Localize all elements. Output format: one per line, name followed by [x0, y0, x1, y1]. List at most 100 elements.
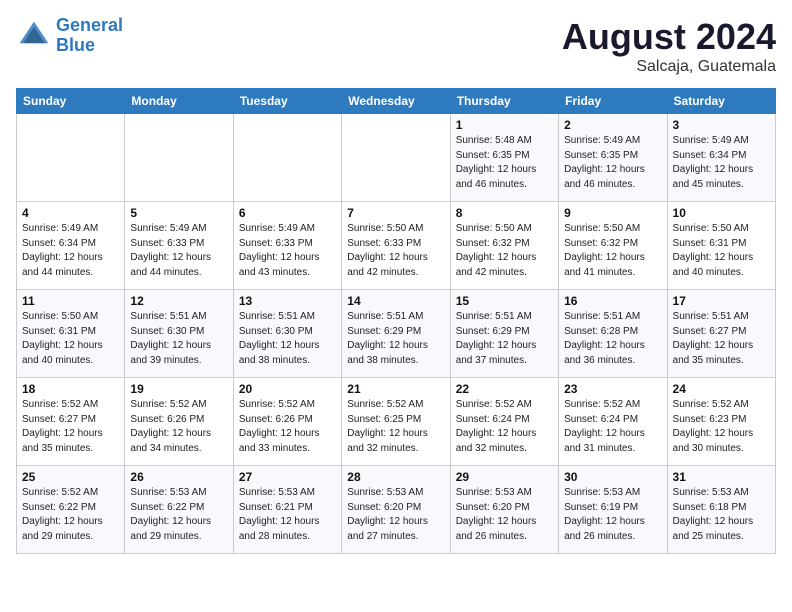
calendar-cell: 6 Sunrise: 5:49 AM Sunset: 6:33 PM Daylig… — [233, 202, 341, 290]
month-title: August 2024 — [562, 16, 776, 58]
calendar-cell: 22Sunrise: 5:52 AM Sunset: 6:24 PM Dayli… — [450, 378, 558, 466]
calendar-cell: 17 Sunrise: 5:51 AM Sunset: 6:27 PM Dayli… — [667, 290, 775, 378]
day-number: 12 — [130, 294, 227, 308]
day-number: 2 — [564, 118, 661, 132]
calendar-cell: 26 Sunrise: 5:53 AM Sunset: 6:22 PM Dayli… — [125, 466, 233, 554]
calendar-cell: 15 Sunrise: 5:51 AM Sunset: 6:29 PM Dayli… — [450, 290, 558, 378]
calendar-cell: 18 Sunrise: 5:52 AM Sunset: 6:27 PM Dayli… — [17, 378, 125, 466]
calendar-cell: 31 Sunrise: 5:53 AM Sunset: 6:18 PM Dayli… — [667, 466, 775, 554]
day-number: 8 — [456, 206, 553, 220]
day-info: Sunrise: 5:49 AM Sunset: 6:33 PM Dayligh… — [130, 222, 227, 280]
logo-text: General Blue — [56, 16, 123, 56]
calendar-cell: 1 Sunrise: 5:48 AM Sunset: 6:35 PM Daylig… — [450, 114, 558, 202]
calendar-cell: 25 Sunrise: 5:52 AM Sunset: 6:22 PM Dayli… — [17, 466, 125, 554]
day-info: Sunrise: 5:52 AM Sunset: 6:25 PM Dayligh… — [347, 398, 444, 456]
day-info: Sunrise: 5:53 AM Sunset: 6:22 PM Dayligh… — [130, 486, 227, 544]
day-number: 14 — [347, 294, 444, 308]
location-subtitle: Salcaja, Guatemala — [562, 58, 776, 76]
day-number: 7 — [347, 206, 444, 220]
day-info: Sunrise: 5:53 AM Sunset: 6:20 PM Dayligh… — [456, 486, 553, 544]
calendar-cell: 20Sunrise: 5:52 AM Sunset: 6:26 PM Dayli… — [233, 378, 341, 466]
calendar-cell: 12Sunrise: 5:51 AM Sunset: 6:30 PM Dayli… — [125, 290, 233, 378]
day-number: 11 — [22, 294, 119, 308]
day-number: 24 — [673, 382, 770, 396]
day-info: Sunrise: 5:52 AM Sunset: 6:22 PM Dayligh… — [22, 486, 119, 544]
day-info: Sunrise: 5:50 AM Sunset: 6:32 PM Dayligh… — [564, 222, 661, 280]
calendar-cell: 11Sunrise: 5:50 AM Sunset: 6:31 PM Dayli… — [17, 290, 125, 378]
day-number: 28 — [347, 470, 444, 484]
weekday-header: Friday — [559, 89, 667, 114]
day-number: 5 — [130, 206, 227, 220]
calendar-cell — [342, 114, 450, 202]
calendar-cell: 19Sunrise: 5:52 AM Sunset: 6:26 PM Dayli… — [125, 378, 233, 466]
day-number: 21 — [347, 382, 444, 396]
day-info: Sunrise: 5:50 AM Sunset: 6:32 PM Dayligh… — [456, 222, 553, 280]
day-info: Sunrise: 5:52 AM Sunset: 6:26 PM Dayligh… — [239, 398, 336, 456]
day-number: 6 — [239, 206, 336, 220]
day-info: Sunrise: 5:53 AM Sunset: 6:19 PM Dayligh… — [564, 486, 661, 544]
day-info: Sunrise: 5:53 AM Sunset: 6:21 PM Dayligh… — [239, 486, 336, 544]
day-number: 16 — [564, 294, 661, 308]
day-info: Sunrise: 5:51 AM Sunset: 6:29 PM Dayligh… — [456, 310, 553, 368]
logo-icon — [16, 18, 52, 54]
day-number: 10 — [673, 206, 770, 220]
day-info: Sunrise: 5:49 AM Sunset: 6:33 PM Dayligh… — [239, 222, 336, 280]
day-number: 25 — [22, 470, 119, 484]
calendar-cell: 13 Sunrise: 5:51 AM Sunset: 6:30 PM Dayli… — [233, 290, 341, 378]
weekday-header: Sunday — [17, 89, 125, 114]
weekday-header: Thursday — [450, 89, 558, 114]
weekday-header: Tuesday — [233, 89, 341, 114]
calendar-cell: 4Sunrise: 5:49 AM Sunset: 6:34 PM Daylig… — [17, 202, 125, 290]
logo: General Blue — [16, 16, 123, 56]
day-number: 26 — [130, 470, 227, 484]
day-number: 3 — [673, 118, 770, 132]
day-number: 27 — [239, 470, 336, 484]
calendar-cell: 2 Sunrise: 5:49 AM Sunset: 6:35 PM Daylig… — [559, 114, 667, 202]
day-number: 1 — [456, 118, 553, 132]
calendar-cell: 28 Sunrise: 5:53 AM Sunset: 6:20 PM Dayli… — [342, 466, 450, 554]
day-info: Sunrise: 5:51 AM Sunset: 6:30 PM Dayligh… — [239, 310, 336, 368]
day-number: 15 — [456, 294, 553, 308]
day-info: Sunrise: 5:52 AM Sunset: 6:27 PM Dayligh… — [22, 398, 119, 456]
weekday-header: Wednesday — [342, 89, 450, 114]
calendar-cell: 24 Sunrise: 5:52 AM Sunset: 6:23 PM Dayli… — [667, 378, 775, 466]
calendar-cell: 21 Sunrise: 5:52 AM Sunset: 6:25 PM Dayli… — [342, 378, 450, 466]
day-info: Sunrise: 5:50 AM Sunset: 6:31 PM Dayligh… — [673, 222, 770, 280]
calendar-cell — [17, 114, 125, 202]
day-number: 9 — [564, 206, 661, 220]
calendar-cell: 23Sunrise: 5:52 AM Sunset: 6:24 PM Dayli… — [559, 378, 667, 466]
calendar-cell — [125, 114, 233, 202]
calendar-cell: 8 Sunrise: 5:50 AM Sunset: 6:32 PM Daylig… — [450, 202, 558, 290]
weekday-header: Monday — [125, 89, 233, 114]
day-number: 19 — [130, 382, 227, 396]
title-block: August 2024 Salcaja, Guatemala — [562, 16, 776, 76]
calendar-cell — [233, 114, 341, 202]
calendar-cell: 5 Sunrise: 5:49 AM Sunset: 6:33 PM Daylig… — [125, 202, 233, 290]
day-info: Sunrise: 5:51 AM Sunset: 6:27 PM Dayligh… — [673, 310, 770, 368]
day-info: Sunrise: 5:50 AM Sunset: 6:33 PM Dayligh… — [347, 222, 444, 280]
calendar-cell: 16 Sunrise: 5:51 AM Sunset: 6:28 PM Dayli… — [559, 290, 667, 378]
calendar-cell: 3 Sunrise: 5:49 AM Sunset: 6:34 PM Daylig… — [667, 114, 775, 202]
day-info: Sunrise: 5:51 AM Sunset: 6:28 PM Dayligh… — [564, 310, 661, 368]
calendar-cell: 30Sunrise: 5:53 AM Sunset: 6:19 PM Dayli… — [559, 466, 667, 554]
day-info: Sunrise: 5:48 AM Sunset: 6:35 PM Dayligh… — [456, 134, 553, 192]
day-info: Sunrise: 5:49 AM Sunset: 6:34 PM Dayligh… — [673, 134, 770, 192]
day-info: Sunrise: 5:52 AM Sunset: 6:24 PM Dayligh… — [456, 398, 553, 456]
calendar-cell: 7 Sunrise: 5:50 AM Sunset: 6:33 PM Daylig… — [342, 202, 450, 290]
day-info: Sunrise: 5:52 AM Sunset: 6:23 PM Dayligh… — [673, 398, 770, 456]
calendar-cell: 14 Sunrise: 5:51 AM Sunset: 6:29 PM Dayli… — [342, 290, 450, 378]
calendar-cell: 10 Sunrise: 5:50 AM Sunset: 6:31 PM Dayli… — [667, 202, 775, 290]
day-info: Sunrise: 5:53 AM Sunset: 6:20 PM Dayligh… — [347, 486, 444, 544]
day-info: Sunrise: 5:53 AM Sunset: 6:18 PM Dayligh… — [673, 486, 770, 544]
day-info: Sunrise: 5:49 AM Sunset: 6:34 PM Dayligh… — [22, 222, 119, 280]
day-number: 13 — [239, 294, 336, 308]
day-number: 31 — [673, 470, 770, 484]
day-number: 17 — [673, 294, 770, 308]
day-info: Sunrise: 5:51 AM Sunset: 6:29 PM Dayligh… — [347, 310, 444, 368]
calendar-cell: 9 Sunrise: 5:50 AM Sunset: 6:32 PM Daylig… — [559, 202, 667, 290]
day-number: 29 — [456, 470, 553, 484]
day-number: 23 — [564, 382, 661, 396]
calendar-table: SundayMondayTuesdayWednesdayThursdayFrid… — [16, 88, 776, 554]
day-info: Sunrise: 5:49 AM Sunset: 6:35 PM Dayligh… — [564, 134, 661, 192]
day-number: 18 — [22, 382, 119, 396]
